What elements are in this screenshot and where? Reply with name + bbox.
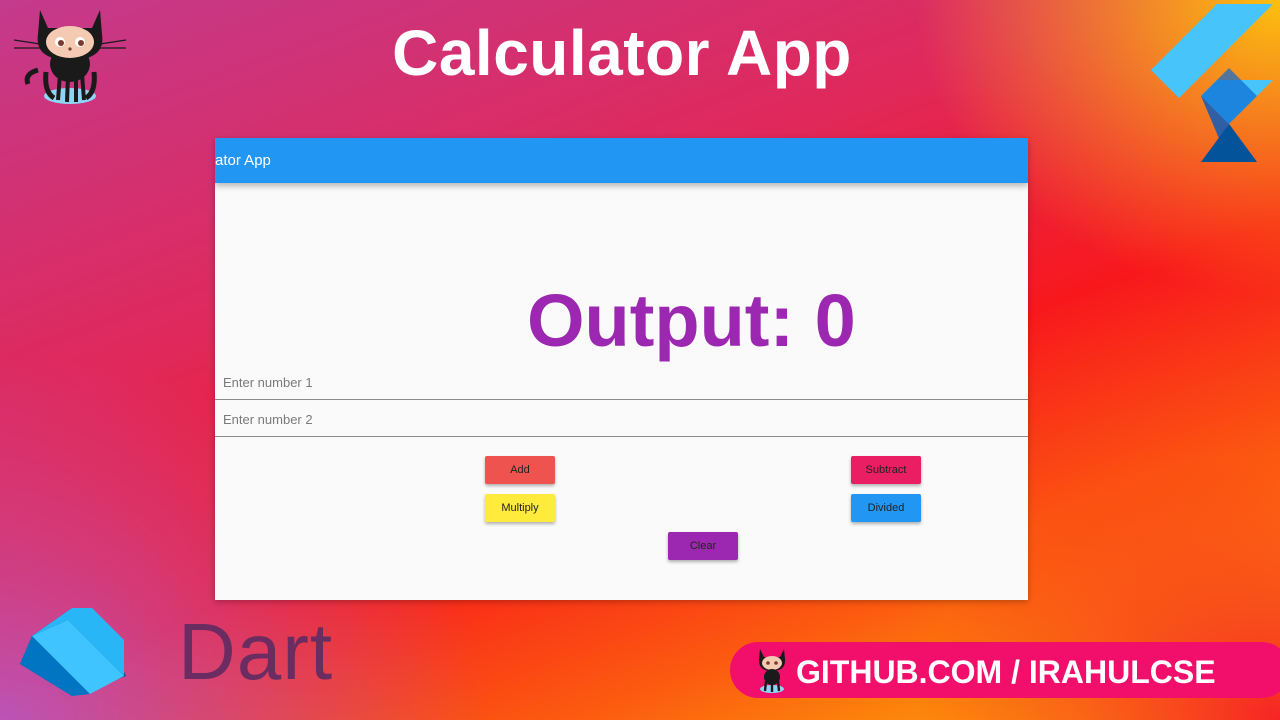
calculator-app-window: ator App Output: 0 Add Subtract Multiply… — [215, 138, 1028, 600]
subtract-button[interactable]: Subtract — [851, 456, 921, 484]
number-2-input[interactable] — [221, 406, 1005, 432]
dart-logo-icon — [20, 608, 126, 696]
octocat-small-icon — [758, 649, 786, 693]
multiply-button[interactable]: Multiply — [485, 494, 555, 522]
divided-button[interactable]: Divided — [851, 494, 921, 522]
number-1-field — [215, 363, 1028, 400]
output-display: Output: 0 — [527, 279, 856, 362]
clear-button[interactable]: Clear — [668, 532, 738, 560]
page-title: Calculator App — [392, 17, 852, 89]
number-1-input[interactable] — [221, 369, 1005, 395]
number-2-field — [215, 400, 1028, 437]
flutter-logo-icon — [1151, 4, 1273, 162]
github-link-text[interactable]: GITHUB.COM / IRAHULCSE — [796, 654, 1216, 691]
app-bar-title: ator App — [215, 152, 271, 169]
add-button[interactable]: Add — [485, 456, 555, 484]
dart-wordmark: Dart — [178, 607, 334, 696]
app-bar: ator App — [215, 138, 1028, 183]
